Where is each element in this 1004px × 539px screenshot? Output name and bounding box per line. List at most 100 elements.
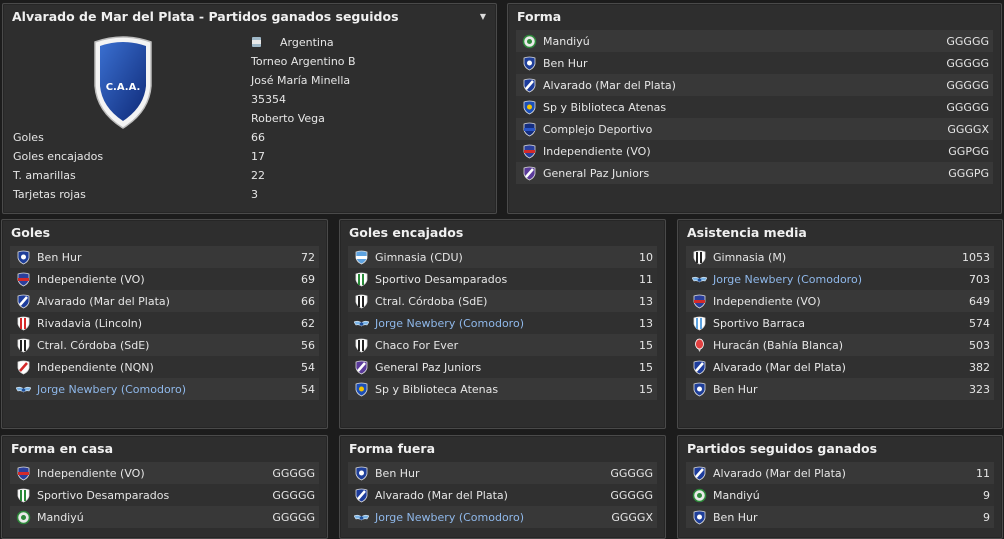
row-value: 15 — [639, 338, 653, 352]
table-row[interactable]: Mandiyú GGGGG — [516, 30, 993, 52]
dropdown-arrow-icon[interactable]: ▼ — [480, 4, 486, 30]
team-name-ctral-cordoba-sde[interactable]: Ctral. Córdoba (SdE) — [369, 295, 639, 308]
table-row[interactable]: Ben Hur 9 — [686, 506, 994, 528]
table-row[interactable]: Independiente (VO) GGPGG — [516, 140, 993, 162]
table-row[interactable]: Ben Hur GGGGG — [348, 462, 657, 484]
team-name-gimnasia-cdu[interactable]: Gimnasia (CDU) — [369, 251, 639, 264]
row-value: 1053 — [962, 250, 990, 264]
table-row[interactable]: Ctral. Córdoba (SdE) 56 — [10, 334, 319, 356]
table-row[interactable]: Jorge Newbery (Comodoro) 703 — [686, 268, 994, 290]
team-name-alvarado-mar-del-plata[interactable]: Alvarado (Mar del Plata) — [707, 467, 976, 480]
table-row[interactable]: Jorge Newbery (Comodoro) 54 — [10, 378, 319, 400]
row-value: GGGGG — [610, 488, 653, 502]
team-name-independiente-vo[interactable]: Independiente (VO) — [537, 145, 948, 158]
club-panel-header[interactable]: Alvarado de Mar del Plata - Partidos gan… — [3, 4, 496, 30]
table-row[interactable]: General Paz Juniors GGGPG — [516, 162, 993, 184]
team-name-sp-y-biblioteca-atenas[interactable]: Sp y Biblioteca Atenas — [369, 383, 639, 396]
team-name-sportivo-desamparados[interactable]: Sportivo Desamparados — [31, 489, 272, 502]
blue-white-shield-icon — [692, 382, 707, 397]
club-panel-title: Alvarado de Mar del Plata - Partidos gan… — [12, 9, 399, 24]
table-row[interactable]: Rivadavia (Lincoln) 62 — [10, 312, 319, 334]
club-league[interactable]: Torneo Argentino B — [251, 52, 356, 71]
table-row[interactable]: Gimnasia (CDU) 10 — [348, 246, 657, 268]
team-name-jorge-newbery-comodoro[interactable]: Jorge Newbery (Comodoro) — [707, 273, 969, 286]
team-name-ben-hur[interactable]: Ben Hur — [31, 251, 301, 264]
row-value: 11 — [639, 272, 653, 286]
table-row[interactable]: Independiente (VO) 69 — [10, 268, 319, 290]
table-row[interactable]: Huracán (Bahía Blanca) 503 — [686, 334, 994, 356]
team-name-sportivo-barraca[interactable]: Sportivo Barraca — [707, 317, 969, 330]
purple-white-shield-icon — [522, 166, 537, 181]
table-row[interactable]: Complejo Deportivo GGGGX — [516, 118, 993, 140]
asistencia-panel: Asistencia media Gimnasia (M) 1053 Jorge N… — [677, 219, 1003, 429]
blue-stripe-shield-icon — [354, 488, 369, 503]
team-name-independiente-vo[interactable]: Independiente (VO) — [31, 467, 272, 480]
row-value: 9 — [983, 510, 990, 524]
table-row[interactable]: Sp y Biblioteca Atenas GGGGG — [516, 96, 993, 118]
team-name-sportivo-desamparados[interactable]: Sportivo Desamparados — [369, 273, 639, 286]
forma-fuera-panel: Forma fuera Ben Hur GGGGG Alvarado (Mar de… — [339, 435, 666, 539]
table-row[interactable]: Ben Hur GGGGG — [516, 52, 993, 74]
table-row[interactable]: General Paz Juniors 15 — [348, 356, 657, 378]
team-name-complejo-deportivo[interactable]: Complejo Deportivo — [537, 123, 947, 136]
team-name-general-paz-juniors[interactable]: General Paz Juniors — [369, 361, 639, 374]
table-row[interactable]: Chaco For Ever 15 — [348, 334, 657, 356]
stat-goals-value: 66 — [251, 131, 265, 144]
team-name-jorge-newbery-comodoro[interactable]: Jorge Newbery (Comodoro) — [369, 511, 611, 524]
team-name-jorge-newbery-comodoro[interactable]: Jorge Newbery (Comodoro) — [369, 317, 639, 330]
team-name-independiente-nqn[interactable]: Independiente (NQN) — [31, 361, 301, 374]
table-row[interactable]: Sportivo Barraca 574 — [686, 312, 994, 334]
red-blue-shield-icon — [16, 466, 31, 481]
forma-casa-list: Independiente (VO) GGGGG Sportivo Desampar… — [2, 462, 327, 528]
table-row[interactable]: Sp y Biblioteca Atenas 15 — [348, 378, 657, 400]
table-row[interactable]: Sportivo Desamparados GGGGG — [10, 484, 319, 506]
table-row[interactable]: Alvarado (Mar del Plata) GGGGG — [516, 74, 993, 96]
team-name-ben-hur[interactable]: Ben Hur — [369, 467, 610, 480]
team-name-ben-hur[interactable]: Ben Hur — [537, 57, 946, 70]
table-row[interactable]: Jorge Newbery (Comodoro) GGGGX — [348, 506, 657, 528]
table-row[interactable]: Ben Hur 72 — [10, 246, 319, 268]
table-row[interactable]: Mandiyú 9 — [686, 484, 994, 506]
team-name-alvarado-mar-del-plata[interactable]: Alvarado (Mar del Plata) — [537, 79, 946, 92]
table-row[interactable]: Alvarado (Mar del Plata) 66 — [10, 290, 319, 312]
team-name-ben-hur[interactable]: Ben Hur — [707, 383, 969, 396]
team-name-general-paz-juniors[interactable]: General Paz Juniors — [537, 167, 948, 180]
table-row[interactable]: Gimnasia (M) 1053 — [686, 246, 994, 268]
table-row[interactable]: Independiente (VO) 649 — [686, 290, 994, 312]
team-name-independiente-vo[interactable]: Independiente (VO) — [707, 295, 969, 308]
table-row[interactable]: Alvarado (Mar del Plata) GGGGG — [348, 484, 657, 506]
team-name-gimnasia-m[interactable]: Gimnasia (M) — [707, 251, 962, 264]
black-white-shield-icon — [692, 250, 707, 265]
table-row[interactable]: Ben Hur 323 — [686, 378, 994, 400]
table-row[interactable]: Alvarado (Mar del Plata) 382 — [686, 356, 994, 378]
stat-yellow-label: T. amarillas — [13, 169, 76, 182]
blue-white-shield-icon — [692, 510, 707, 525]
blue-shield-icon — [522, 100, 537, 115]
team-name-sp-y-biblioteca-atenas[interactable]: Sp y Biblioteca Atenas — [537, 101, 946, 114]
club-stadium[interactable]: José María Minella — [251, 71, 350, 90]
team-name-mandiyu[interactable]: Mandiyú — [707, 489, 983, 502]
team-name-jorge-newbery-comodoro[interactable]: Jorge Newbery (Comodoro) — [31, 383, 301, 396]
team-name-alvarado-mar-del-plata[interactable]: Alvarado (Mar del Plata) — [369, 489, 610, 502]
team-name-rivadavia-lincoln[interactable]: Rivadavia (Lincoln) — [31, 317, 301, 330]
row-value: GGGGG — [272, 510, 315, 524]
table-row[interactable]: Alvarado (Mar del Plata) 11 — [686, 462, 994, 484]
table-row[interactable]: Mandiyú GGGGG — [10, 506, 319, 528]
team-name-chaco-for-ever[interactable]: Chaco For Ever — [369, 339, 639, 352]
team-name-ben-hur[interactable]: Ben Hur — [707, 511, 983, 524]
team-name-mandiyu[interactable]: Mandiyú — [537, 35, 946, 48]
team-name-alvarado-mar-del-plata[interactable]: Alvarado (Mar del Plata) — [31, 295, 301, 308]
team-name-alvarado-mar-del-plata[interactable]: Alvarado (Mar del Plata) — [707, 361, 969, 374]
table-row[interactable]: Jorge Newbery (Comodoro) 13 — [348, 312, 657, 334]
team-name-huracan-bahia-blanca[interactable]: Huracán (Bahía Blanca) — [707, 339, 969, 352]
blue-white-shield-icon — [16, 250, 31, 265]
team-name-ctral-cordoba-sde[interactable]: Ctral. Córdoba (SdE) — [31, 339, 301, 352]
club-manager[interactable]: Roberto Vega — [251, 109, 325, 128]
team-name-mandiyu[interactable]: Mandiyú — [31, 511, 272, 524]
table-row[interactable]: Independiente (NQN) 54 — [10, 356, 319, 378]
team-name-independiente-vo[interactable]: Independiente (VO) — [31, 273, 301, 286]
table-row[interactable]: Sportivo Desamparados 11 — [348, 268, 657, 290]
row-value: 574 — [969, 316, 990, 330]
table-row[interactable]: Ctral. Córdoba (SdE) 13 — [348, 290, 657, 312]
table-row[interactable]: Independiente (VO) GGGGG — [10, 462, 319, 484]
